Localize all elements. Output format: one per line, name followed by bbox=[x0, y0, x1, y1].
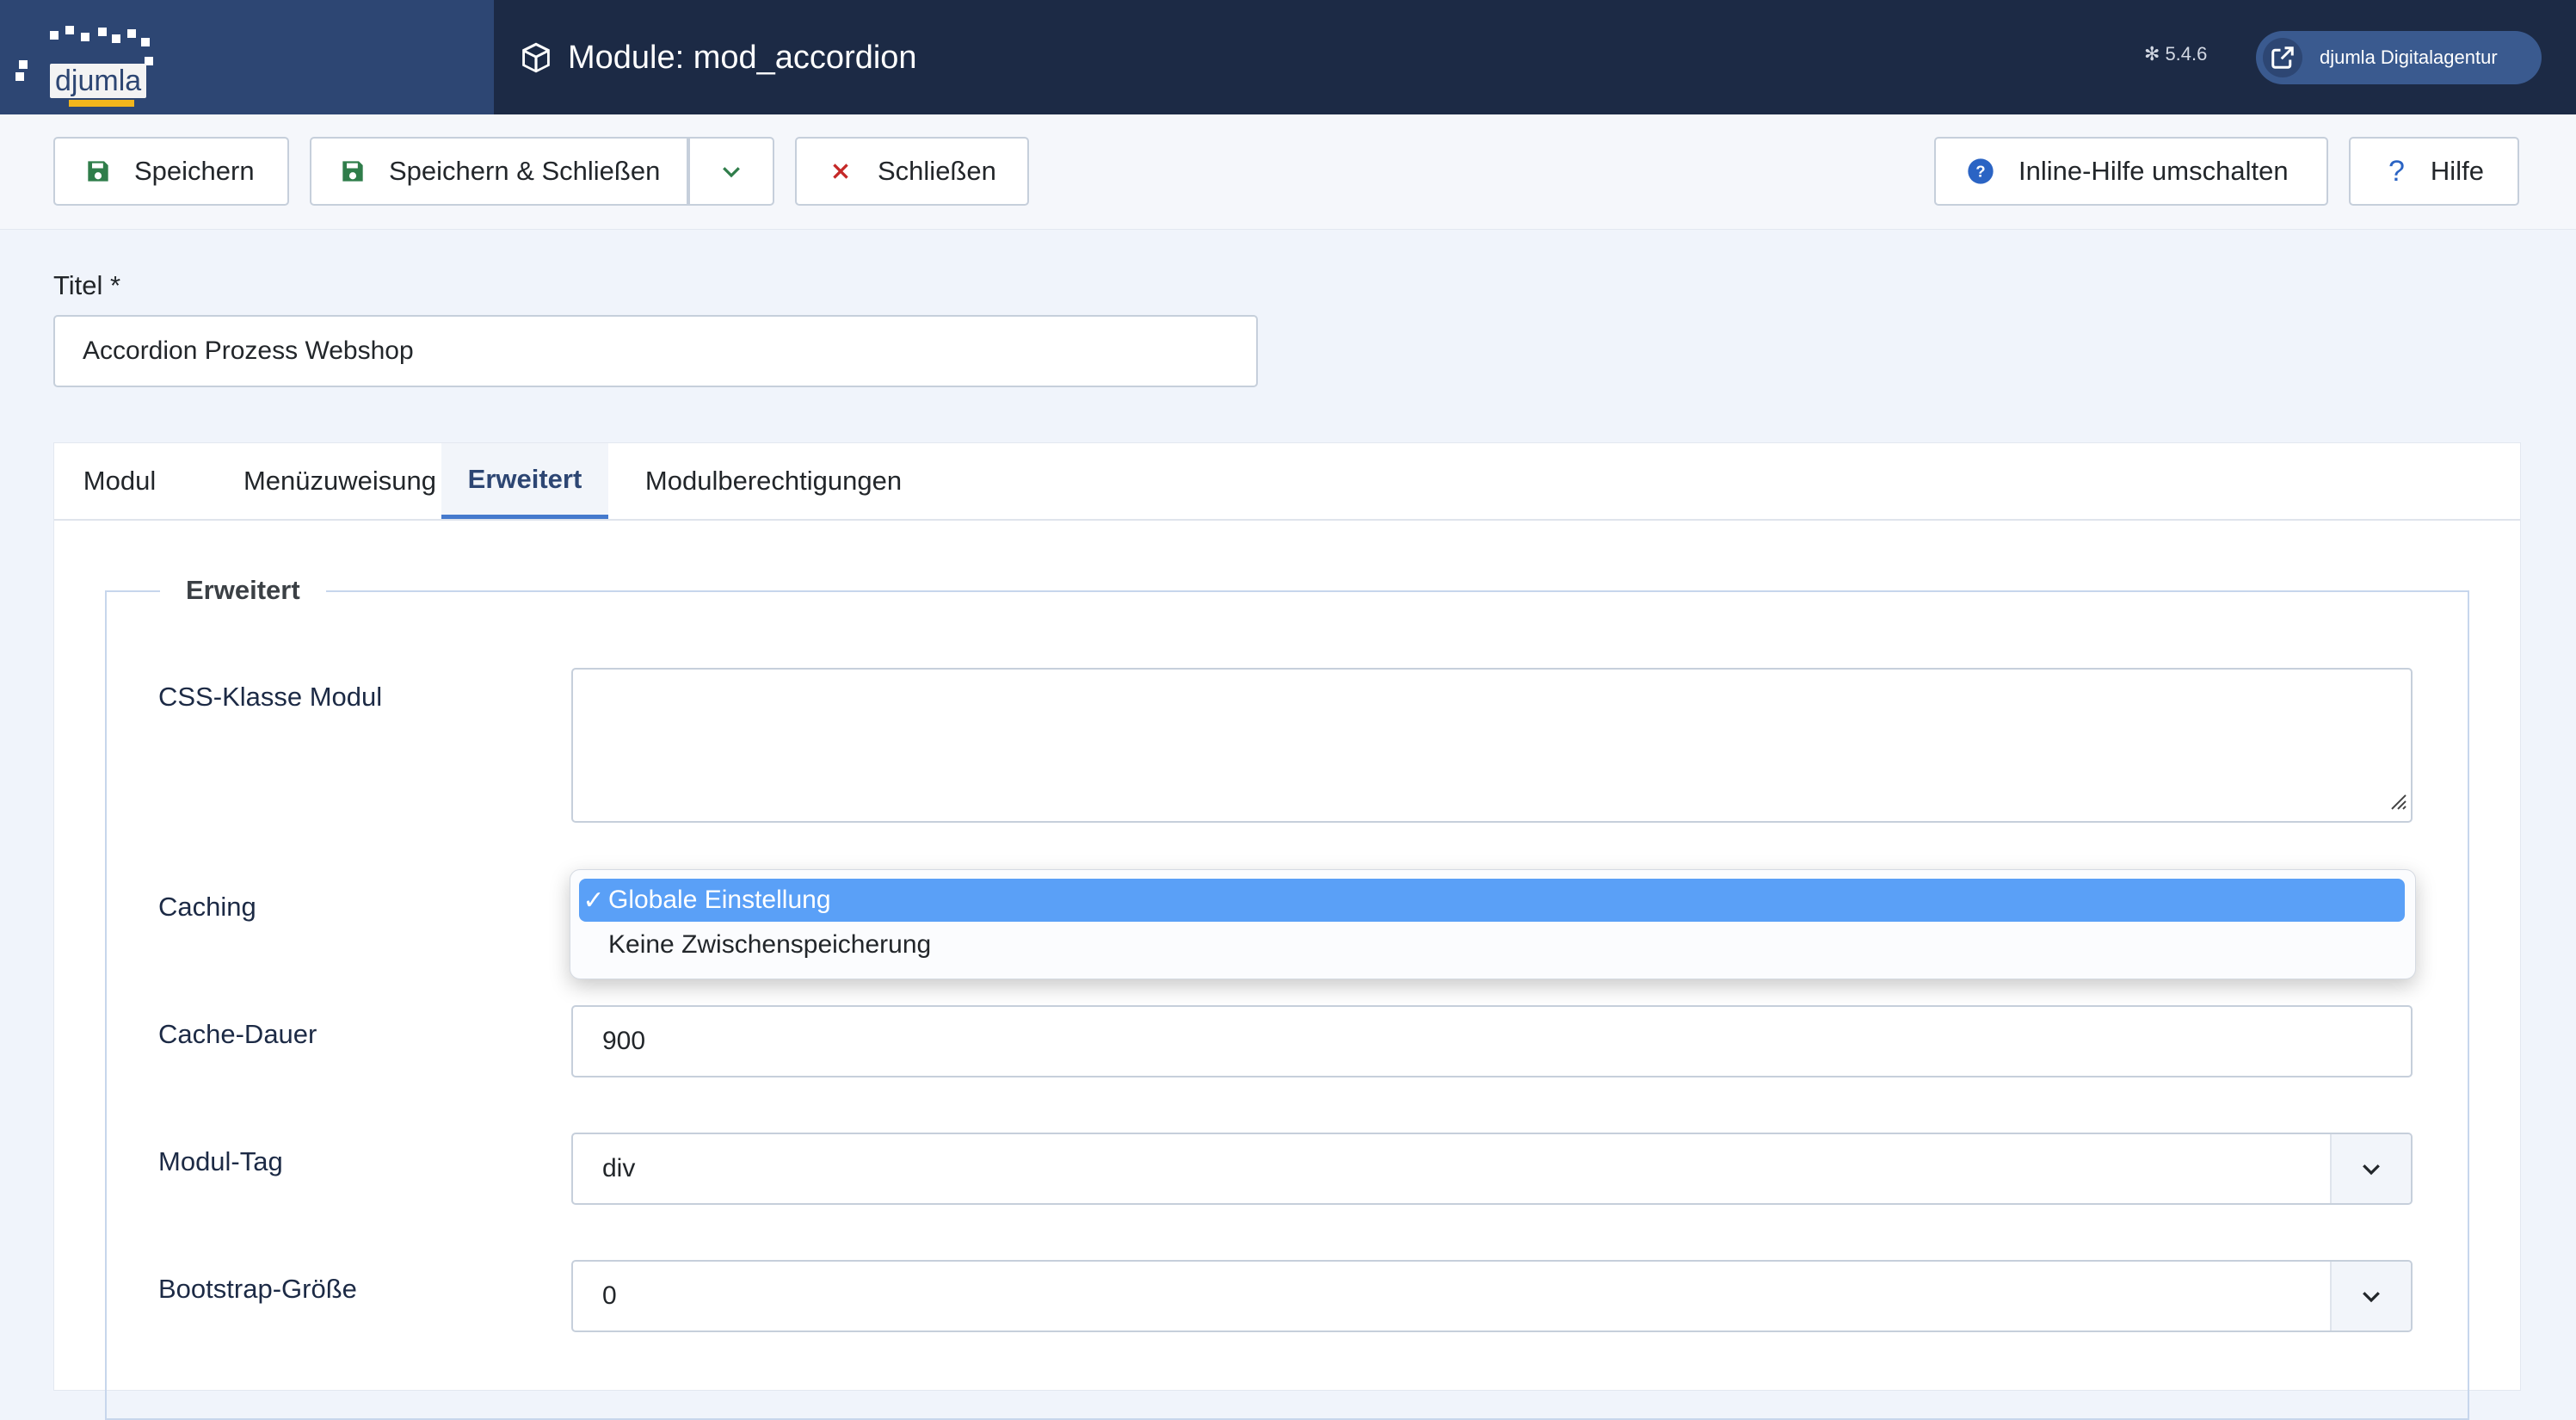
top-header: djumla Module: mod_accordion ✻ 5.4.6 dju… bbox=[0, 0, 2576, 114]
module-tag-select[interactable]: div bbox=[571, 1133, 2413, 1205]
save-and-close-button[interactable]: Speichern & Schließen bbox=[310, 137, 688, 206]
tab-bar: Modul Menüzuweisung Erweitert Modulberec… bbox=[54, 443, 2520, 521]
save-and-close-label: Speichern & Schließen bbox=[389, 156, 661, 186]
inline-help-toggle-button[interactable]: ? Inline-Hilfe umschalten bbox=[1934, 137, 2328, 206]
external-link-icon bbox=[2263, 38, 2302, 77]
page-title: Module: mod_accordion bbox=[520, 34, 917, 81]
logo-area[interactable]: djumla bbox=[0, 0, 494, 114]
save-button[interactable]: Speichern bbox=[53, 137, 289, 206]
toolbar: Speichern Speichern & Schließen Schließe… bbox=[0, 114, 2576, 230]
chevron-down-icon bbox=[2330, 1262, 2411, 1330]
caching-dropdown-list: ✓ Globale Einstellung Keine Zwischenspei… bbox=[570, 869, 2416, 979]
tab-label: Erweitert bbox=[467, 463, 582, 494]
svg-text:?: ? bbox=[1975, 163, 1985, 181]
version-text: 5.4.6 bbox=[2165, 43, 2208, 65]
close-label: Schließen bbox=[878, 156, 996, 186]
resize-handle-icon[interactable] bbox=[2387, 788, 2407, 818]
question-icon: ? bbox=[2388, 154, 2405, 188]
tab-modul[interactable]: Modul bbox=[54, 443, 185, 519]
title-input[interactable]: Accordion Prozess Webshop bbox=[53, 315, 1258, 387]
close-button[interactable]: Schließen bbox=[795, 137, 1029, 206]
inline-help-label: Inline-Hilfe umschalten bbox=[2018, 156, 2289, 186]
tab-label: Modulberechtigungen bbox=[644, 466, 903, 496]
chevron-down-icon bbox=[2330, 1134, 2411, 1203]
css-class-label: CSS-Klasse Modul bbox=[158, 682, 383, 712]
logo-text: djumla bbox=[50, 64, 147, 98]
caching-option-none[interactable]: Keine Zwischenspeicherung bbox=[579, 923, 2405, 966]
joomla-icon: ✻ bbox=[2144, 43, 2160, 65]
save-label: Speichern bbox=[134, 156, 255, 186]
tab-label: Menüzuweisung bbox=[243, 466, 437, 496]
bootstrap-size-label: Bootstrap-Größe bbox=[158, 1274, 357, 1304]
option-label: Keine Zwischenspeicherung bbox=[608, 930, 932, 959]
title-label: Titel * bbox=[53, 270, 121, 300]
caching-label: Caching bbox=[158, 892, 256, 922]
djumla-logo: djumla bbox=[15, 26, 153, 107]
cube-icon bbox=[522, 42, 550, 73]
tab-label: Modul bbox=[83, 466, 157, 496]
question-circle-icon: ? bbox=[1967, 157, 1994, 185]
save-options-dropdown-toggle[interactable] bbox=[688, 137, 774, 206]
tab-erweitert[interactable]: Erweitert bbox=[441, 443, 608, 519]
caching-option-global[interactable]: ✓ Globale Einstellung bbox=[579, 879, 2405, 922]
floppy-disk-icon bbox=[86, 159, 110, 183]
advanced-legend: Erweitert bbox=[160, 575, 326, 606]
help-button[interactable]: ? Hilfe bbox=[2349, 137, 2519, 206]
bootstrap-size-value: 0 bbox=[602, 1281, 617, 1310]
joomla-version: ✻ 5.4.6 bbox=[2144, 43, 2207, 65]
cache-time-label: Cache-Dauer bbox=[158, 1019, 317, 1049]
css-class-textarea[interactable] bbox=[571, 668, 2413, 823]
tab-modulberechtigungen[interactable]: Modulberechtigungen bbox=[608, 443, 939, 519]
floppy-disk-icon bbox=[341, 159, 365, 183]
user-name: djumla Digitalagentur bbox=[2320, 46, 2498, 68]
option-label: Globale Einstellung bbox=[608, 886, 831, 914]
chevron-down-icon bbox=[718, 158, 744, 184]
help-label: Hilfe bbox=[2430, 156, 2484, 186]
logo-underline bbox=[69, 100, 134, 107]
page-title-text: Module: mod_accordion bbox=[568, 39, 917, 76]
cache-time-input[interactable]: 900 bbox=[571, 1005, 2413, 1077]
close-icon bbox=[829, 160, 852, 182]
checkmark-icon: ✓ bbox=[582, 886, 605, 915]
module-tag-label: Modul-Tag bbox=[158, 1146, 283, 1176]
title-input-value: Accordion Prozess Webshop bbox=[83, 336, 414, 365]
module-tag-value: div bbox=[602, 1154, 636, 1182]
cache-time-value: 900 bbox=[602, 1027, 646, 1055]
user-menu-button[interactable]: djumla Digitalagentur bbox=[2256, 31, 2542, 84]
bootstrap-size-select[interactable]: 0 bbox=[571, 1260, 2413, 1332]
